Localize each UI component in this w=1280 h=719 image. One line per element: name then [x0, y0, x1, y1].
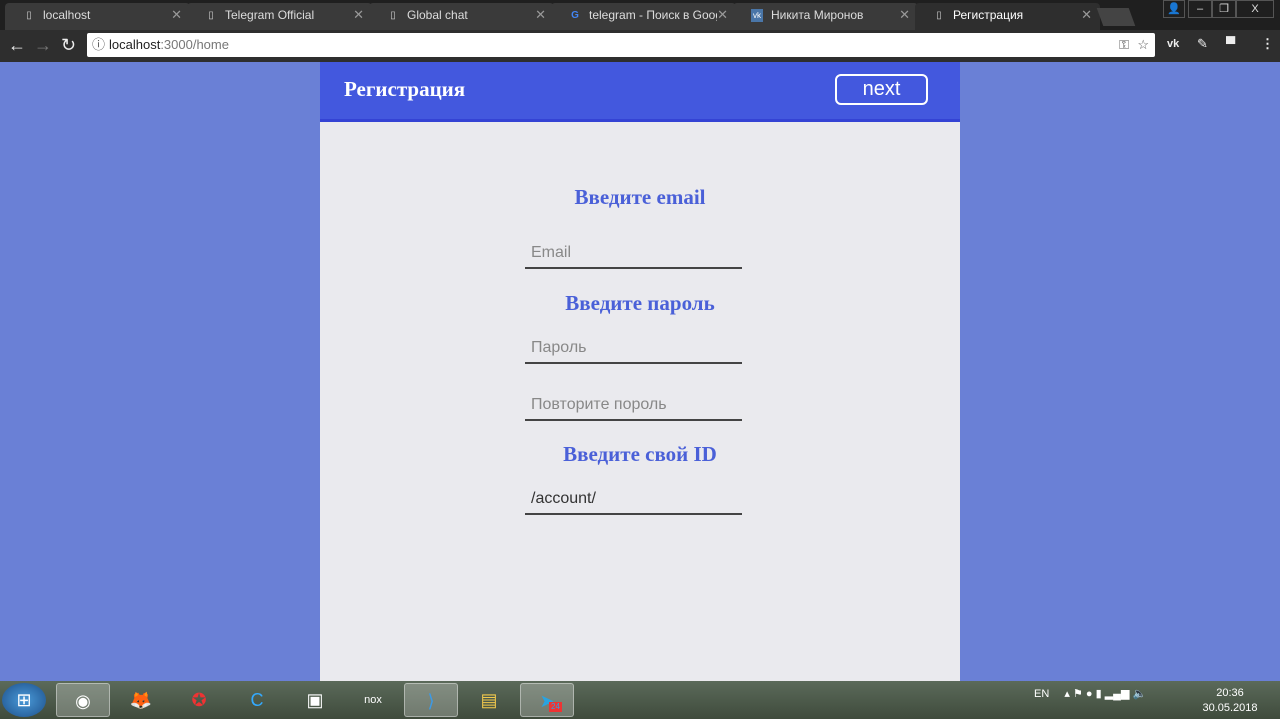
key-icon[interactable]: ⚿	[1119, 33, 1129, 57]
power-icon[interactable]: ▮	[1096, 688, 1102, 700]
telegram-badge: 24	[549, 702, 562, 712]
page-icon: ▯	[390, 10, 396, 21]
tab-localhost[interactable]: ▯ localhost ✕	[5, 3, 190, 30]
clock[interactable]: 20:36 30.05.2018	[1200, 686, 1260, 716]
show-hidden-icons[interactable]: ▴	[1064, 688, 1070, 700]
sourcetree-taskbar-icon[interactable]: ▣	[288, 683, 342, 717]
app-taskbar-icon[interactable]: ✪	[172, 683, 226, 717]
profile-button[interactable]: 👤	[1163, 0, 1185, 18]
firefox-taskbar-icon[interactable]: 🦊	[114, 683, 168, 717]
start-button[interactable]: ⊞	[2, 683, 46, 717]
ccleaner-taskbar-icon[interactable]: C	[230, 683, 284, 717]
restore-button[interactable]: ❐	[1212, 0, 1236, 18]
menu-icon[interactable]: ⋮	[1261, 36, 1274, 52]
next-button[interactable]: next	[835, 74, 928, 105]
close-tab-icon[interactable]: ✕	[1081, 3, 1092, 27]
tab-google-search[interactable]: Gtelegram - Поиск в Goog ✕	[551, 3, 736, 30]
nox-taskbar-icon[interactable]: nox	[346, 683, 400, 717]
minimize-button[interactable]: –	[1188, 0, 1212, 18]
telegram-taskbar-icon[interactable]: ➤ 24	[520, 683, 574, 717]
page-icon: ▯	[26, 10, 32, 21]
info-icon: ⓘ	[92, 37, 106, 52]
new-tab-button[interactable]	[1096, 8, 1136, 26]
close-tab-icon[interactable]: ✕	[535, 3, 546, 27]
tab-telegram-official[interactable]: ▯ Telegram Official ✕	[187, 3, 372, 30]
password-input[interactable]	[525, 334, 742, 364]
tab-strip: ▯ localhost ✕ ▯ Telegram Official ✕ ▯ Global …	[0, 0, 1280, 30]
pen-extension-icon[interactable]: ✎	[1197, 36, 1208, 52]
page-title: Регистрация	[344, 77, 466, 101]
email-input[interactable]	[525, 239, 742, 269]
close-tab-icon[interactable]: ✕	[353, 3, 364, 27]
google-icon: G	[571, 10, 579, 21]
volume-icon[interactable]: 🔈	[1133, 688, 1147, 700]
language-indicator[interactable]: EN	[1034, 688, 1049, 700]
back-button[interactable]: ←	[8, 35, 26, 55]
signal-icon[interactable]: ▂▄▆	[1105, 688, 1130, 700]
paint-roller-extension-icon[interactable]: ▀	[1226, 36, 1235, 51]
chrome-taskbar-icon[interactable]: ◉	[56, 683, 110, 717]
id-input[interactable]	[525, 485, 742, 515]
forward-button[interactable]: →	[34, 35, 52, 55]
vk-extension-icon[interactable]: vk	[1167, 38, 1179, 50]
id-heading: Введите свой ID	[563, 442, 717, 466]
tab-registration[interactable]: ▯ Регистрация ✕	[915, 3, 1100, 30]
flag-icon[interactable]: ⚑	[1073, 688, 1083, 700]
tab-vk[interactable]: vk Никита Миронов ✕	[733, 3, 918, 30]
close-tab-icon[interactable]: ✕	[171, 3, 182, 27]
email-heading: Введите email	[574, 185, 706, 209]
star-icon[interactable]: ☆	[1137, 33, 1149, 57]
reload-button[interactable]: ↻	[61, 35, 76, 55]
tab-global-chat[interactable]: ▯ Global chat ✕	[369, 3, 554, 30]
address-bar[interactable]: ⓘ localhost:3000/home ⚿ ☆	[87, 33, 1155, 57]
close-tab-icon[interactable]: ✕	[717, 3, 728, 27]
repeat-password-input[interactable]	[525, 391, 742, 421]
vk-icon: vk	[751, 9, 763, 22]
close-window-button[interactable]: X	[1236, 0, 1274, 18]
system-tray: EN ▴ ⚑ ● ▮ ▂▄▆ 🔈	[1034, 687, 1146, 700]
vscode-taskbar-icon[interactable]: ⟩	[404, 683, 458, 717]
header-bar: Регистрация next	[320, 62, 960, 122]
page-icon: ▯	[936, 10, 942, 21]
password-heading: Введите пароль	[565, 291, 715, 315]
explorer-taskbar-icon[interactable]: ▤	[462, 683, 516, 717]
registration-panel: Регистрация next Введите email Введите п…	[320, 62, 960, 681]
page-icon: ▯	[208, 10, 214, 21]
close-tab-icon[interactable]: ✕	[899, 3, 910, 27]
app-tray-icon[interactable]: ●	[1086, 688, 1093, 700]
